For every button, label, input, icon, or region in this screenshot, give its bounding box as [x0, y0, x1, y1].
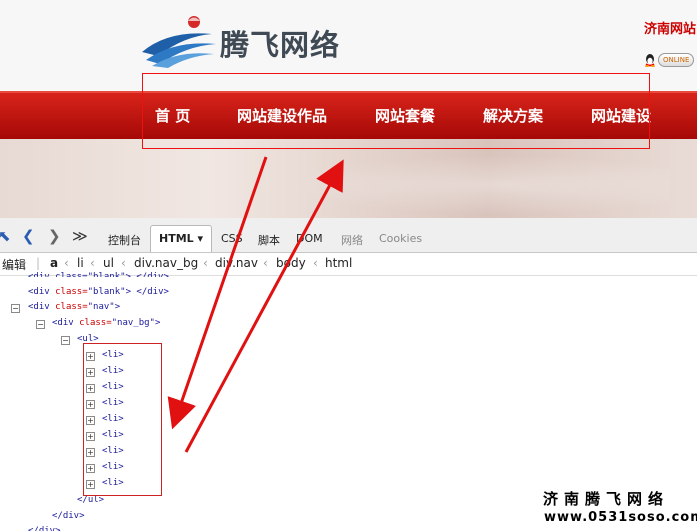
- breadcrumb-item-body[interactable]: body: [276, 256, 306, 270]
- nav-highlight-box: [142, 73, 650, 149]
- breadcrumb-separator-icon: ‹: [90, 256, 95, 270]
- tab-html-label: HTML: [159, 232, 194, 245]
- logo-text: 腾飞网络: [220, 28, 341, 62]
- breadcrumb-separator-icon: ‹: [121, 256, 126, 270]
- tree-node-nav[interactable]: <div class="nav">: [28, 302, 120, 312]
- breadcrumb-item-nav[interactable]: div.nav: [215, 256, 258, 270]
- logo-icon: [142, 16, 216, 68]
- breadcrumb-separator-icon: ‹: [203, 256, 208, 270]
- breadcrumb-item-ul[interactable]: ul: [103, 256, 114, 270]
- breadcrumb-separator-icon: ‹: [263, 256, 268, 270]
- breadcrumb-item-a[interactable]: a: [50, 256, 58, 270]
- devtools-toolbar: ⬉ ❮ ❯ ≫ 控制台 HTML ▾ CSS 脚本 DOM 网络 Cookies: [0, 218, 697, 253]
- inspect-icon[interactable]: ⬉: [0, 227, 11, 245]
- command-line-icon[interactable]: ≫: [72, 227, 88, 245]
- forward-icon[interactable]: ❯: [48, 227, 61, 245]
- qq-online-label: ONLINE: [658, 53, 695, 67]
- tab-css[interactable]: CSS: [221, 232, 243, 245]
- tab-network[interactable]: 网络: [341, 232, 363, 248]
- tag-open: <div: [28, 302, 50, 312]
- breadcrumb-item-html[interactable]: html: [325, 256, 352, 270]
- tab-cookies[interactable]: Cookies: [379, 232, 422, 245]
- tree-line-partial: <div class="blank"> </div>: [28, 272, 169, 277]
- dropdown-arrow-icon: ▾: [197, 232, 204, 245]
- collapse-toggle-icon[interactable]: −: [61, 336, 70, 345]
- li-highlight-box: [83, 343, 162, 496]
- tab-console[interactable]: 控制台: [108, 232, 141, 248]
- tree-node-ul-close: </ul>: [77, 495, 105, 505]
- collapse-toggle-icon[interactable]: −: [36, 320, 45, 329]
- attr-name: class=: [79, 318, 112, 328]
- attr-name: class=: [55, 302, 88, 312]
- tag-open: <div: [52, 318, 74, 328]
- qq-online-button[interactable]: ONLINE: [644, 52, 695, 68]
- tree-node-div-close-partial: </div>: [28, 526, 61, 531]
- tree-node-nav-bg[interactable]: <div class="nav_bg">: [52, 318, 160, 328]
- top-right-title: 济南网站: [644, 22, 697, 37]
- tag-close: >: [154, 318, 161, 328]
- tree-node-div-close: </div>: [52, 511, 85, 521]
- breadcrumb-divider: |: [36, 256, 41, 270]
- collapse-toggle-icon[interactable]: −: [11, 304, 20, 313]
- edit-button[interactable]: 编辑: [2, 256, 26, 273]
- breadcrumb-item-li[interactable]: li: [77, 256, 84, 270]
- breadcrumb-separator-icon: ‹: [64, 256, 69, 270]
- tab-script[interactable]: 脚本: [258, 232, 280, 248]
- tab-html[interactable]: HTML ▾: [150, 225, 213, 252]
- tab-dom[interactable]: DOM: [296, 232, 323, 245]
- breadcrumb-separator-icon: ‹: [313, 256, 318, 270]
- attr-value: "nav_bg": [111, 318, 155, 328]
- tree-node-blank[interactable]: <div class="blank"> </div>: [28, 287, 169, 297]
- tag-open: <div: [28, 287, 50, 297]
- tag-close: >: [114, 302, 121, 312]
- footer-brand: 济南腾飞网络: [543, 490, 670, 508]
- attr-value: "nav": [87, 302, 115, 312]
- tag-close: > </div>: [125, 287, 169, 297]
- attr-value: "blank": [87, 287, 126, 297]
- qq-penguin-icon: [645, 54, 655, 67]
- attr-name: class=: [55, 287, 88, 297]
- banner-decoration: [250, 150, 670, 218]
- footer-url: www.0531soso.com: [544, 510, 697, 525]
- breadcrumb-item-nav-bg[interactable]: div.nav_bg: [134, 256, 198, 270]
- back-icon[interactable]: ❮: [22, 227, 35, 245]
